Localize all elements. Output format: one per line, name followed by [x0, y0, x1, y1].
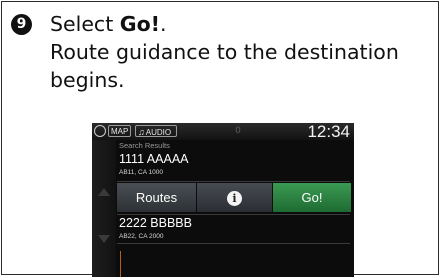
routes-button[interactable]: Routes — [117, 183, 196, 212]
status-indicator: 0 — [235, 126, 241, 136]
navigation-screen: MAP ♫AUDIO 0 12:34 Search Results 1111 A… — [92, 123, 354, 277]
info-icon: i — [227, 191, 242, 207]
divider — [117, 243, 350, 244]
divider — [117, 181, 350, 182]
scroll-sidebar — [92, 140, 116, 277]
scroll-down-arrow-icon[interactable] — [98, 235, 110, 243]
instruction-bold-go: Go! — [119, 12, 161, 36]
result-address: AB11, CA 1000 — [119, 169, 163, 176]
scroll-up-arrow-icon[interactable] — [98, 188, 110, 196]
list-title: Search Results — [119, 141, 170, 150]
result-address: AB22, CA 2000 — [119, 233, 164, 240]
go-button[interactable]: Go! — [273, 183, 351, 212]
go-button-label: Go! — [301, 190, 323, 205]
instruction-suffix: . — [160, 12, 167, 36]
clock: 12:34 — [307, 123, 350, 141]
instruction-description: Route guidance to the destination begins… — [50, 40, 399, 92]
instruction-prefix: Select — [50, 12, 120, 36]
step-number-badge: 9 — [11, 14, 32, 35]
result-name[interactable]: 2222 BBBBB — [119, 216, 192, 230]
screen-top-bar: MAP ♫AUDIO 0 12:34 — [92, 123, 354, 141]
audio-button[interactable]: ♫AUDIO — [135, 125, 177, 137]
routes-button-label: Routes — [135, 190, 178, 205]
nav-status-icon — [94, 125, 106, 137]
route-line — [120, 251, 121, 277]
map-button[interactable]: MAP — [108, 125, 131, 137]
info-button[interactable]: i — [197, 183, 272, 212]
result-action-row: Routes i Go! — [117, 183, 351, 212]
music-note-icon: ♫ — [138, 127, 145, 137]
map-button-label: MAP — [111, 127, 129, 136]
step-instruction: Select Go!. Route guidance to the destin… — [50, 10, 430, 94]
audio-button-label: AUDIO — [145, 128, 172, 137]
result-name[interactable]: 1111 AAAAA — [119, 152, 189, 166]
instruction-panel: 9 Select Go!. Route guidance to the dest… — [1, 1, 439, 277]
divider — [117, 214, 350, 215]
